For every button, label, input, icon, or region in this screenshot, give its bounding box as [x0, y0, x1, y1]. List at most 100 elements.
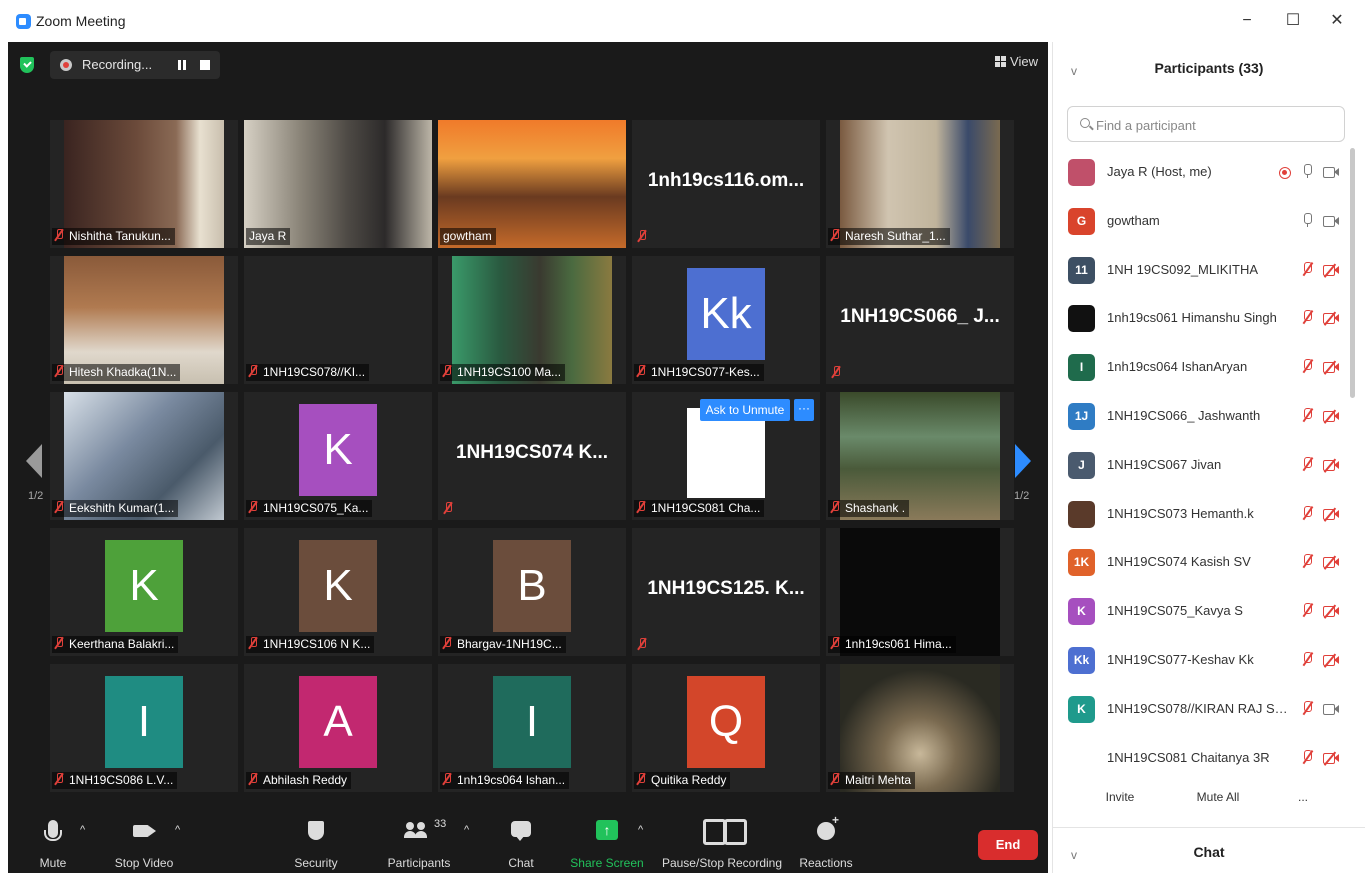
muted-microphone-icon[interactable]	[1303, 359, 1312, 373]
participant-row[interactable]: K 1NH19CS078//KIRAN RAJ SURE...	[1053, 686, 1353, 734]
video-tile[interactable]: Naresh Suthar_1...	[826, 120, 1014, 248]
close-button[interactable]: ✕	[1322, 8, 1352, 34]
end-meeting-button[interactable]: End	[978, 830, 1038, 860]
participant-row[interactable]: 1NH19CS081 Chaitanya 3R	[1053, 735, 1353, 779]
participants-options-caret[interactable]: ^	[464, 824, 469, 836]
muted-microphone-icon	[831, 637, 839, 649]
video-tile[interactable]: Nishitha Tanukun...	[50, 120, 238, 248]
video-camera-icon[interactable]	[1323, 703, 1339, 715]
video-off-icon[interactable]	[1323, 555, 1339, 570]
mute-all-button[interactable]: Mute All	[1183, 786, 1253, 808]
participant-name: 1NH19CS106 N K...	[263, 637, 371, 651]
participant-list-scrollbar[interactable]	[1350, 148, 1355, 398]
video-off-icon[interactable]	[1323, 507, 1339, 522]
video-off-icon[interactable]	[1323, 653, 1339, 668]
video-camera-icon[interactable]	[1323, 166, 1339, 178]
muted-microphone-icon[interactable]	[1303, 505, 1312, 520]
ask-to-unmute-button[interactable]: Ask to Unmute	[700, 399, 790, 421]
muted-microphone-icon[interactable]	[1303, 456, 1312, 471]
minimize-button[interactable]: −	[1232, 8, 1262, 34]
participant-row[interactable]: Kk 1NH19CS077-Keshav Kk	[1053, 637, 1353, 685]
share-screen-button[interactable]: ↑ Share Screen	[568, 804, 646, 873]
video-tile[interactable]: K 1NH19CS106 N K...	[244, 528, 432, 656]
video-camera-icon[interactable]	[1323, 215, 1339, 227]
video-tile[interactable]: Hitesh Khadka(1N...	[50, 256, 238, 384]
participant-row[interactable]: 11 1NH 19CS092_MLIKITHA	[1053, 247, 1353, 295]
share-options-caret[interactable]: ^	[638, 824, 643, 836]
participant-row[interactable]: I 1nh19cs064 IshanAryan	[1053, 344, 1353, 392]
previous-page-arrow-icon[interactable]	[26, 444, 42, 478]
audio-options-caret[interactable]: ^	[80, 824, 85, 836]
video-off-icon[interactable]	[1323, 263, 1339, 278]
video-tile[interactable]: 1NH19CS125. K...	[632, 528, 820, 656]
participant-row[interactable]: 1J 1NH19CS066_ Jashwanth	[1053, 393, 1353, 441]
participant-search-box[interactable]	[1067, 106, 1345, 142]
mute-button[interactable]: Mute	[28, 804, 78, 873]
microphone-icon[interactable]	[1303, 164, 1312, 178]
stop-video-button[interactable]: Stop Video	[108, 804, 180, 873]
video-tile[interactable]: Kk 1NH19CS077-Kes...	[632, 256, 820, 384]
muted-microphone-icon[interactable]	[1303, 749, 1312, 764]
video-off-icon[interactable]	[1323, 604, 1339, 619]
participant-row[interactable]: 1NH19CS073 Hemanth.k	[1053, 491, 1353, 539]
video-tile[interactable]: 1NH19CS066_ J...	[826, 256, 1014, 384]
video-tile[interactable]: 1NH19CS074 K...	[438, 392, 626, 520]
security-button[interactable]: Security	[288, 804, 344, 873]
video-tile[interactable]: K 1NH19CS075_Ka...	[244, 392, 432, 520]
video-tile[interactable]: 1nh19cs061 Hima...	[826, 528, 1014, 656]
video-tile[interactable]: Shashank .	[826, 392, 1014, 520]
stop-recording-icon[interactable]	[200, 60, 210, 70]
video-off-icon[interactable]	[1323, 458, 1339, 473]
video-tile[interactable]: 1NH19CS078//KI...	[244, 256, 432, 384]
video-tile[interactable]: 1NH19CS100 Ma...	[438, 256, 626, 384]
pause-recording-icon[interactable]	[176, 59, 188, 71]
video-tile[interactable]: Q Quitika Reddy	[632, 664, 820, 792]
video-options-caret[interactable]: ^	[175, 824, 180, 836]
pause-stop-recording-button[interactable]: Pause/Stop Recording	[660, 804, 784, 873]
video-tile[interactable]: K Keerthana Balakri...	[50, 528, 238, 656]
participant-row[interactable]: K 1NH19CS075_Kavya S	[1053, 588, 1353, 636]
participant-row[interactable]: 1K 1NH19CS074 Kasish SV	[1053, 539, 1353, 587]
video-tile[interactable]: 1nh19cs116.om...	[632, 120, 820, 248]
participant-row[interactable]: Jaya R (Host, me)	[1053, 149, 1353, 197]
next-page-arrow-icon[interactable]	[1015, 444, 1031, 478]
participant-row[interactable]: 1nh19cs061 Himanshu Singh	[1053, 295, 1353, 343]
video-tile[interactable]: B Bhargav-1NH19C...	[438, 528, 626, 656]
participant-row[interactable]: Ggowtham	[1053, 198, 1353, 246]
video-tile[interactable]: I 1NH19CS086 L.V...	[50, 664, 238, 792]
video-off-icon[interactable]	[1323, 409, 1339, 424]
muted-microphone-icon[interactable]	[1303, 261, 1312, 276]
microphone-icon[interactable]	[1303, 212, 1312, 227]
panel-more-button[interactable]: ...	[1291, 786, 1315, 808]
muted-microphone-icon[interactable]	[1303, 652, 1312, 666]
muted-microphone-icon[interactable]	[1303, 310, 1312, 324]
muted-microphone-icon[interactable]	[1303, 554, 1312, 568]
participant-search-input[interactable]	[1096, 115, 1336, 135]
muted-microphone-icon	[55, 229, 63, 241]
tile-more-options-button[interactable]: ···	[794, 399, 814, 421]
participant-name-label: Hitesh Khadka(1N...	[52, 364, 181, 381]
chat-button[interactable]: Chat	[502, 804, 540, 873]
participants-button[interactable]: 33 Participants	[384, 804, 454, 873]
video-off-icon[interactable]	[1323, 360, 1339, 375]
participant-row[interactable]: J 1NH19CS067 Jivan	[1053, 442, 1353, 490]
muted-microphone-icon[interactable]	[1303, 700, 1312, 715]
video-tile[interactable]: Jaya R	[244, 120, 432, 248]
reactions-button[interactable]: Reactions	[796, 804, 856, 873]
video-off-icon[interactable]	[1323, 311, 1339, 326]
video-tile[interactable]: A Abhilash Reddy	[244, 664, 432, 792]
maximize-button[interactable]: ☐	[1278, 8, 1308, 34]
share-screen-arrow-icon: ↑	[596, 820, 618, 840]
view-button[interactable]: View	[995, 54, 1038, 69]
muted-microphone-icon	[637, 501, 645, 513]
invite-button[interactable]: Invite	[1095, 786, 1145, 808]
video-tile[interactable]: Eekshith Kumar(1...	[50, 392, 238, 520]
video-tile[interactable]: Maitri Mehta	[826, 664, 1014, 792]
muted-microphone-icon[interactable]	[1303, 603, 1312, 617]
muted-microphone-icon[interactable]	[1303, 408, 1312, 422]
participants-panel-title: Participants (33)	[1154, 60, 1264, 76]
encryption-shield-icon[interactable]	[20, 57, 34, 73]
video-off-icon[interactable]	[1323, 751, 1339, 766]
video-tile[interactable]: gowtham	[438, 120, 626, 248]
video-tile[interactable]: I 1nh19cs064 Ishan...	[438, 664, 626, 792]
